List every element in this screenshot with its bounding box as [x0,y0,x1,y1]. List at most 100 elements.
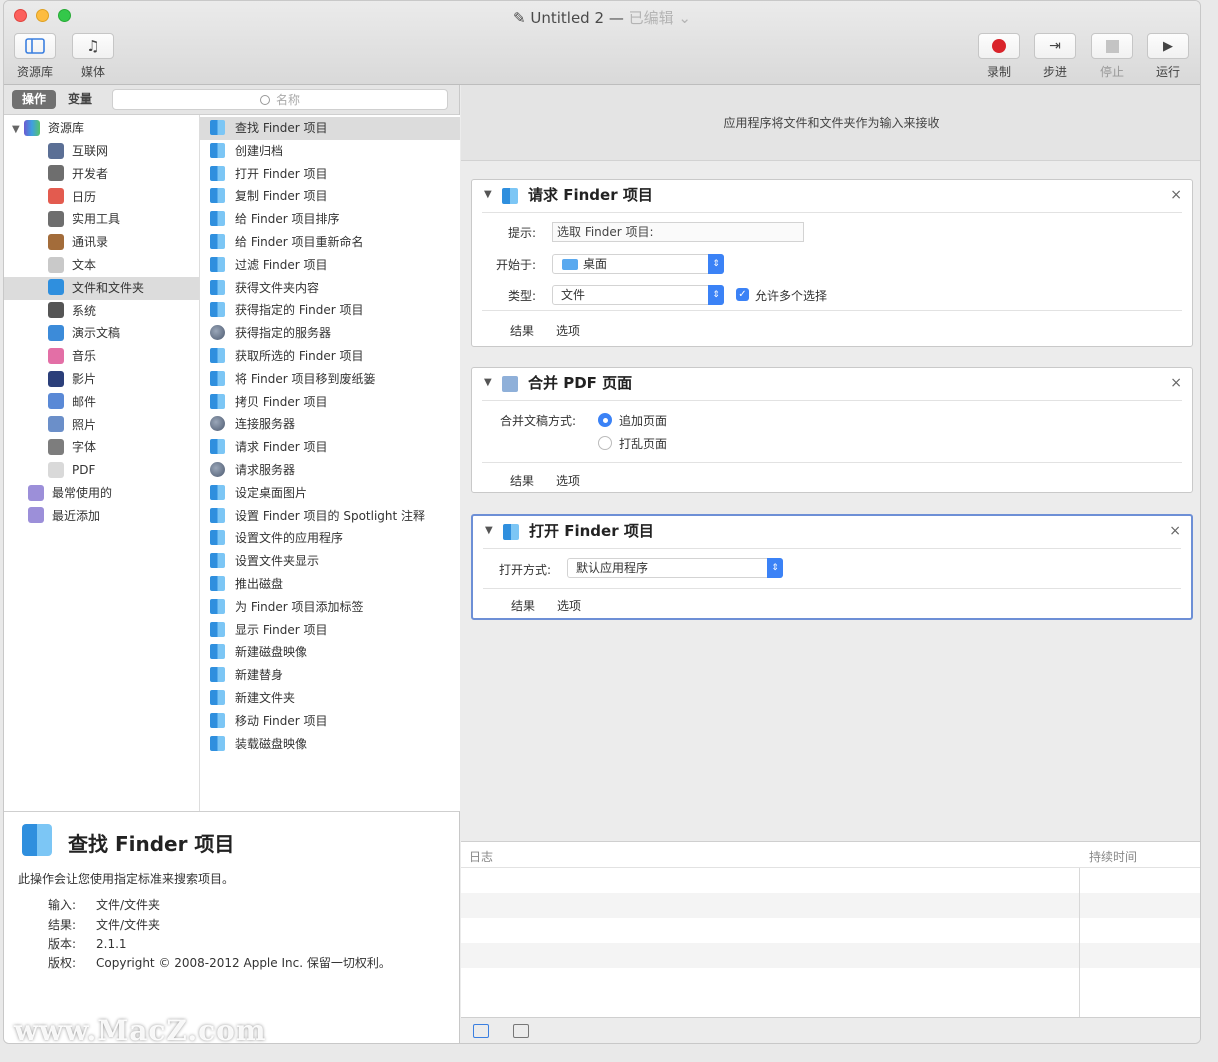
action-list-item[interactable]: 显示 Finder 项目 [200,619,460,642]
library-item[interactable]: 实用工具 [4,208,199,231]
chevron-down-icon[interactable]: ⌄ [678,9,691,27]
library-item[interactable]: 日历 [4,186,199,209]
library-item[interactable]: 影片 [4,368,199,391]
description-input: 输入: 文件/文件夹 [48,896,160,913]
open-with-label: 打开方式: [498,563,551,577]
library-item-label: 系统 [72,303,97,318]
action-list-item[interactable]: 获取所选的 Finder 项目 [200,345,460,368]
title-text: Untitled 2 [530,9,605,27]
action-list-item[interactable]: 拷贝 Finder 项目 [200,391,460,414]
options-toggle[interactable]: 选项 [556,322,580,339]
edited-label[interactable]: 已编辑 [629,9,674,27]
action-list-item[interactable]: 新建文件夹 [200,687,460,710]
library-button[interactable]: 资源库 [14,33,56,80]
close-icon[interactable]: × [1169,516,1181,546]
divider [483,548,1181,549]
library-item[interactable]: 邮件 [4,391,199,414]
action-open-finder-items[interactable]: ▼ 打开 Finder 项目 × 打开方式: 默认应用程序 ⇕ 结果 选项 [471,514,1193,620]
options-toggle[interactable]: 选项 [556,472,580,489]
library-item-label: 文本 [72,258,97,272]
action-list-item[interactable]: 给 Finder 项目重新命名 [200,231,460,254]
stop-button[interactable]: 停止 [1091,33,1133,80]
action-list-item[interactable]: 连接服务器 [200,413,460,436]
library-item[interactable]: 字体 [4,436,199,459]
library-item[interactable]: 系统 [4,300,199,323]
action-list-item[interactable]: 获得指定的服务器 [200,322,460,345]
duration-column-header[interactable]: 持续时间 [1089,848,1137,865]
search-placeholder: 名称 [275,93,300,107]
library-item[interactable]: 照片 [4,414,199,437]
action-list-item[interactable]: 获得指定的 Finder 项目 [200,299,460,322]
allow-multiple-checkbox[interactable]: ✓ [736,288,749,301]
action-list-item[interactable]: 新建替身 [200,664,460,687]
close-icon[interactable]: × [1170,368,1182,398]
action-list-item[interactable]: 给 Finder 项目排序 [200,208,460,231]
disclosure-triangle-icon[interactable]: ▼ [12,118,24,141]
results-toggle[interactable]: 结果 [510,472,534,489]
type-select[interactable]: 文件 ⇕ [552,285,724,305]
radio-shuffle-pages[interactable] [598,436,612,450]
search-input[interactable]: 名称 [112,89,448,110]
prompt-field[interactable]: 选取 Finder 项目: [552,222,804,242]
action-list-item[interactable]: 为 Finder 项目添加标签 [200,596,460,619]
close-icon[interactable]: × [1170,180,1182,210]
tab-variables[interactable]: 变量 [68,90,92,109]
result-key: 结果: [48,918,77,932]
results-toggle[interactable]: 结果 [511,597,535,614]
results-toggle[interactable]: 结果 [510,322,534,339]
finder-icon [210,484,225,500]
library-item[interactable]: 音乐 [4,345,199,368]
prompt-label: 提示: [507,226,536,240]
presentation-icon [48,324,64,341]
action-ask-finder-items[interactable]: ▼ 请求 Finder 项目 × 提示: 选取 Finder 项目: 开始于: … [471,179,1193,347]
workflow-area[interactable]: 应用程序将文件和文件夹作为输入来接收 ▼ 请求 Finder 项目 × 提示: … [461,85,1200,841]
radio-append-pages[interactable] [598,413,612,427]
library-item[interactable]: 文件和文件夹 [4,276,199,300]
watermark-text: www.MacZ.com [14,1014,267,1047]
smart-folder-item[interactable]: 最近添加 [4,505,199,528]
action-list-item[interactable]: 创建归档 [200,140,460,163]
action-list-item[interactable]: 将 Finder 项目移到废纸篓 [200,368,460,391]
action-combine-pdf-pages[interactable]: ▼ 合并 PDF 页面 × 合并文稿方式: 追加页面 打乱页面 结果 选项 [471,367,1193,493]
log-column-header[interactable]: 日志 [469,848,493,865]
library-item[interactable]: 互联网 [4,140,199,163]
variables-view-icon[interactable] [513,1024,529,1038]
chevron-up-down-icon: ⇕ [708,285,724,305]
library-item[interactable]: 开发者 [4,163,199,186]
media-button[interactable]: ♫ 媒体 [72,33,114,80]
library-item[interactable]: 演示文稿 [4,322,199,345]
action-list-item[interactable]: 过滤 Finder 项目 [200,254,460,277]
action-list-item[interactable]: 打开 Finder 项目 [200,163,460,186]
log-view-icon[interactable] [473,1024,489,1038]
calendar-icon [48,188,64,205]
action-list-item[interactable]: 装载磁盘映像 [200,733,460,756]
action-list-item[interactable]: 获得文件夹内容 [200,277,460,300]
library-item[interactable]: 文本 [4,254,199,277]
append-pages-label: 追加页面 [619,414,668,428]
action-list-item[interactable]: 设置 Finder 项目的 Spotlight 注释 [200,505,460,528]
action-list-item[interactable]: 新建磁盘映像 [200,641,460,664]
action-list-item[interactable]: 设置文件夹显示 [200,550,460,573]
action-list-item[interactable]: 设定桌面图片 [200,482,460,505]
record-button[interactable]: 录制 [978,33,1020,80]
library-item[interactable]: 通讯录 [4,231,199,254]
action-title: 打开 Finder 项目 [529,522,654,540]
options-toggle[interactable]: 选项 [557,597,581,614]
action-list-item[interactable]: 请求服务器 [200,459,460,482]
allow-multiple-label: 允许多个选择 [755,289,828,303]
action-list-item[interactable]: 查找 Finder 项目 [200,117,460,140]
action-list-item[interactable]: 设置文件的应用程序 [200,527,460,550]
step-button[interactable]: ⇥ 步进 [1034,33,1076,80]
combine-method-label: 合并文稿方式: [499,414,576,428]
tab-actions[interactable]: 操作 [12,90,56,109]
action-list-item[interactable]: 复制 Finder 项目 [200,185,460,208]
start-at-select[interactable]: 桌面 ⇕ [552,254,724,274]
smart-folder-item[interactable]: 最常使用的 [4,482,199,505]
library-root[interactable]: ▼ 资源库 [4,117,199,140]
action-list-item[interactable]: 请求 Finder 项目 [200,436,460,459]
action-list-item[interactable]: 推出磁盘 [200,573,460,596]
action-list-item[interactable]: 移动 Finder 项目 [200,710,460,733]
library-item[interactable]: PDF [4,459,199,482]
run-button[interactable]: ▶ 运行 [1147,33,1189,80]
open-with-select[interactable]: 默认应用程序 ⇕ [567,558,783,578]
